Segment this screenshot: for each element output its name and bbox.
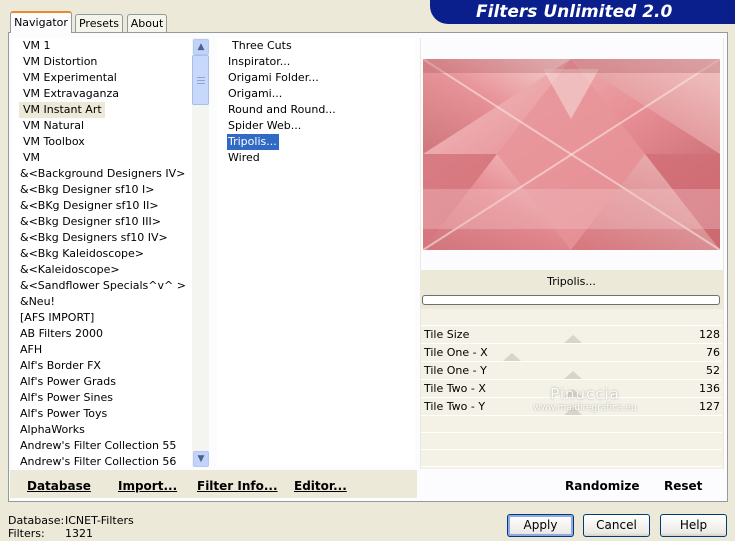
slider-marker-icon[interactable] [564,335,582,343]
parameter-header-row [421,309,722,326]
category-item[interactable]: [AFS IMPORT] [12,310,94,326]
reset-button[interactable]: Reset [664,479,702,493]
category-item[interactable]: Andrew's Filter Collection 56 [12,454,176,467]
category-list[interactable]: VM 1 VM Distortion VM Experimental VM Extra… [12,38,192,467]
status-database-value: ICNET-Filters [65,514,134,527]
category-item[interactable]: Alf's Power Grads [12,374,116,390]
filter-info-button[interactable]: Filter Info... [197,479,278,493]
filter-item[interactable]: Spider Web... [227,118,301,134]
slider-marker-icon[interactable] [564,371,582,379]
app-title-banner: Filters Unlimited 2.0 [430,0,735,24]
category-item[interactable]: &<Bkg Designers sf10 IV> [12,230,168,246]
category-item[interactable]: AlphaWorks [12,422,85,438]
category-item[interactable]: &<Bkg Designer sf10 III> [12,214,161,230]
preview-pattern [423,59,720,250]
category-item[interactable]: VM Natural [12,118,84,134]
category-item[interactable]: Andrew's Filter Collection 55 [12,438,176,454]
parameter-slider-row[interactable]: Tile One - X 76 [421,344,722,362]
category-item[interactable]: VM Distortion [12,54,97,70]
filter-item[interactable]: Tripolis... [227,134,279,150]
category-item[interactable]: VM Instant Art [19,102,105,118]
database-button[interactable]: Database [27,479,91,493]
watermark: Pinuccia www.maidiregrafica.eu [533,385,637,413]
tab-about[interactable]: About [127,14,167,32]
chevron-up-icon: ▲ [197,42,205,52]
progress-bar [422,295,720,305]
category-item[interactable]: AB Filters 2000 [12,326,103,342]
status-filters-value: 1321 [65,527,93,540]
randomize-button[interactable]: Randomize [565,479,639,493]
category-item[interactable]: AFH [12,342,42,358]
filter-item[interactable]: Round and Round... [227,102,336,118]
parameter-label: Tile One - Y [424,364,487,377]
parameter-label: Tile Two - X [424,382,486,395]
category-item[interactable]: Alf's Power Toys [12,406,107,422]
parameter-slider-row[interactable]: Tile Size 128 [421,326,722,344]
editor-button[interactable]: Editor... [294,479,347,493]
parameter-label: Tile One - X [424,346,488,359]
category-item[interactable]: &<Bkg Designer sf10 I> [12,182,155,198]
import-button[interactable]: Import... [118,479,177,493]
category-item[interactable]: &<Sandflower Specials^v^ > [12,278,186,294]
category-item[interactable]: &Neu! [12,294,55,310]
category-item[interactable]: VM Experimental [12,70,117,86]
category-item[interactable]: VM Extravaganza [12,86,119,102]
empty-parameter-row [421,416,722,433]
parameter-value: 127 [699,400,720,413]
filter-list[interactable]: Three Cuts Inspirator... Origami Folder...… [217,38,415,467]
apply-button[interactable]: Apply [507,514,574,537]
category-item[interactable]: &<Kaleidoscope> [12,262,120,278]
parameter-value: 76 [706,346,720,359]
tab-presets[interactable]: Presets [75,14,123,32]
filter-item[interactable]: Origami... [227,86,282,102]
parameter-label: Tile Size [424,328,470,341]
filter-item[interactable]: Wired [227,150,260,166]
help-button[interactable]: Help [660,514,727,537]
filter-item[interactable]: Three Cuts [227,38,292,54]
category-item[interactable]: &<Background Designers IV> [12,166,185,182]
cancel-button[interactable]: Cancel [583,514,650,537]
chevron-down-icon: ▼ [197,454,205,464]
category-item[interactable]: VM Toolbox [12,134,85,150]
tab-navigator[interactable]: Navigator [10,11,72,33]
empty-parameter-row [421,450,722,467]
parameter-value: 128 [699,328,720,341]
scroll-down-button[interactable]: ▼ [193,451,209,467]
category-item[interactable]: Alf's Power Sines [12,390,113,406]
category-item[interactable]: &<BKg Designer sf10 II> [12,198,159,214]
parameter-label: Tile Two - Y [424,400,486,413]
slider-marker-icon[interactable] [503,353,521,361]
preview-caption: Tripolis... [421,271,722,293]
category-item[interactable]: VM 1 [12,38,51,54]
filter-item[interactable]: Origami Folder... [227,70,319,86]
preview-image [423,59,720,250]
status-database-label: Database: [8,514,65,527]
scroll-up-button[interactable]: ▲ [193,39,209,55]
empty-parameter-row [421,433,722,450]
parameter-value: 136 [699,382,720,395]
scroll-thumb[interactable] [192,55,209,105]
parameter-value: 52 [706,364,720,377]
filter-item[interactable]: Inspirator... [227,54,290,70]
parameter-slider-row[interactable]: Tile One - Y 52 [421,362,722,380]
category-item[interactable]: Alf's Border FX [12,358,101,374]
category-item[interactable]: &<Bkg Kaleidoscope> [12,246,144,262]
category-item[interactable]: VM [12,150,40,166]
status-filters-label: Filters: [8,527,45,540]
